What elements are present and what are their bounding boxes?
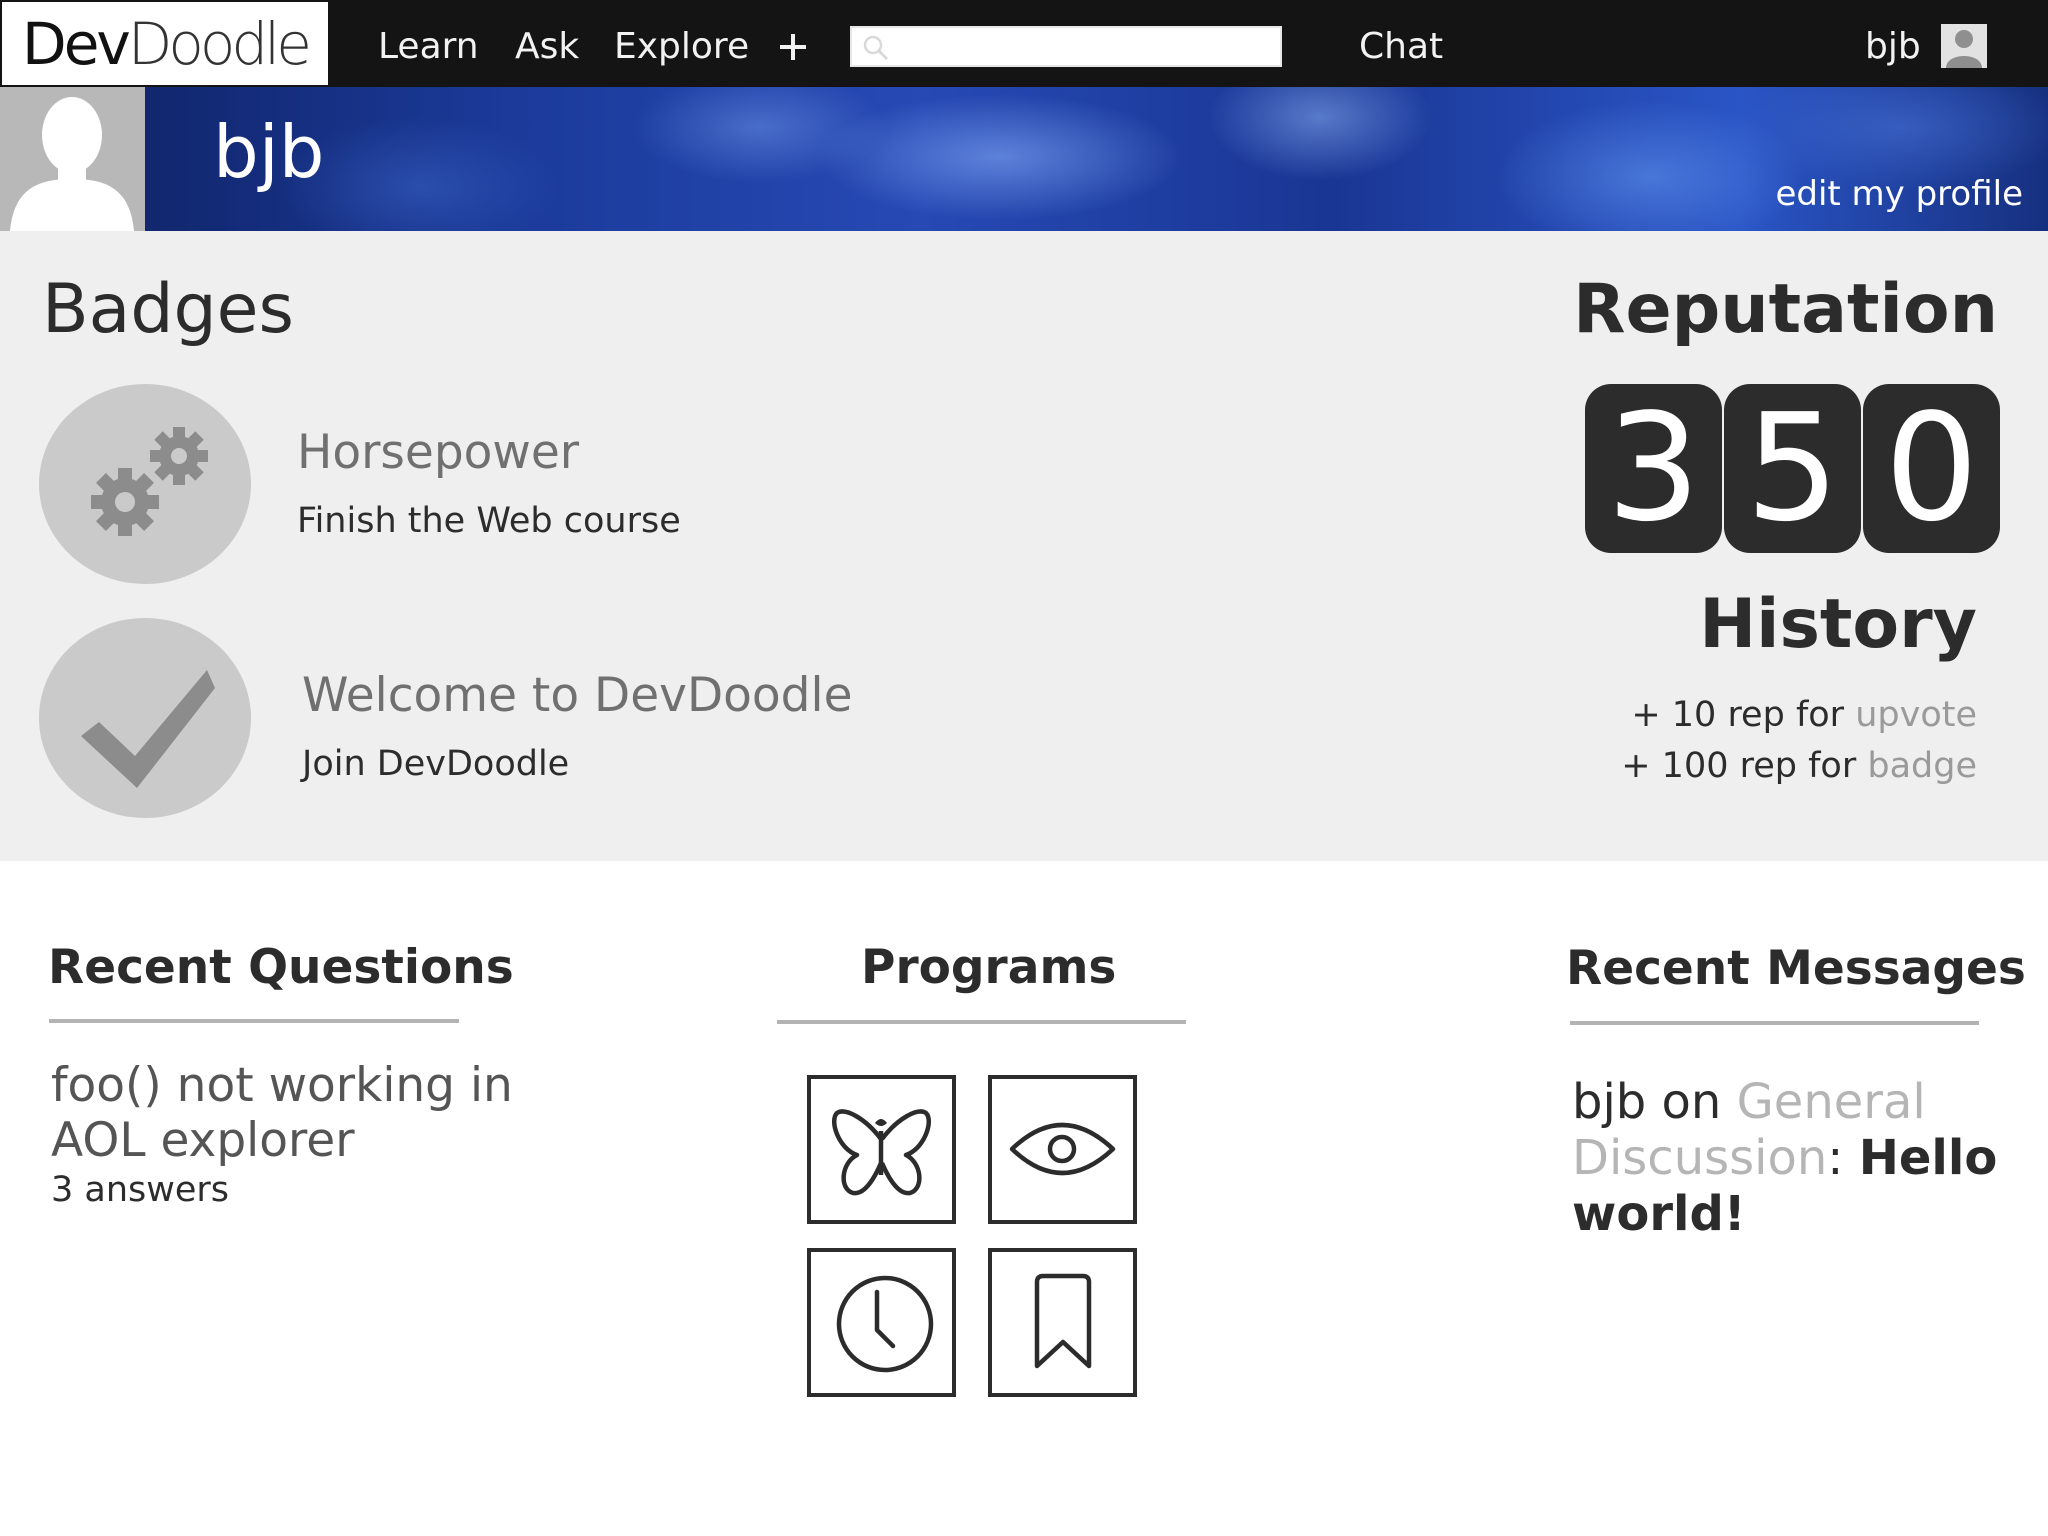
nav-explore-link[interactable]: Explore [614, 0, 749, 87]
program-tile-bookmark[interactable] [988, 1248, 1137, 1397]
badge-horsepower [39, 384, 251, 584]
reputation-digit: 5 [1724, 384, 1861, 553]
reputation-heading: Reputation [1573, 270, 1998, 349]
devdoodle-logo[interactable]: Dev Doodle [0, 0, 330, 87]
reputation-digit: 3 [1585, 384, 1722, 553]
divider [1570, 1021, 1979, 1025]
message-connector: on [1646, 1074, 1737, 1130]
top-nav-bar: Dev Doodle Learn Ask Explore Chat bjb [0, 0, 2048, 87]
recent-questions-heading: Recent Questions [48, 940, 514, 995]
reputation-digit: 0 [1863, 384, 2000, 553]
badge-welcome [39, 618, 251, 818]
program-tile-clock[interactable] [807, 1248, 956, 1397]
divider [777, 1020, 1186, 1024]
history-item-amount: + 100 rep for [1621, 746, 1868, 786]
badge-description: Join DevDoodle [302, 744, 570, 784]
nav-ask-link[interactable]: Ask [515, 0, 579, 87]
bookmark-icon [1034, 1273, 1092, 1369]
search-icon [863, 35, 889, 61]
history-reason-link[interactable]: upvote [1855, 695, 1977, 735]
program-tile-butterfly[interactable] [807, 1075, 956, 1224]
history-item: + 100 rep for badge [1621, 746, 1977, 786]
question-link[interactable]: foo() not working in AOL explorer [51, 1058, 611, 1168]
user-avatar-icon[interactable] [1941, 24, 1987, 68]
program-tile-eye[interactable] [988, 1075, 1137, 1224]
logo-doodle-text: Doodle [127, 9, 312, 78]
programs-heading: Programs [861, 940, 1117, 995]
badges-heading: Badges [42, 270, 294, 349]
checkmark-icon [81, 670, 215, 788]
history-item-amount: + 10 rep for [1631, 695, 1856, 735]
history-item: + 10 rep for upvote [1631, 695, 1977, 735]
message-separator: : [1827, 1130, 1859, 1186]
plus-icon[interactable] [776, 18, 810, 68]
edit-profile-link[interactable]: edit my profile [1775, 174, 2023, 214]
badge-title: Welcome to DevDoodle [302, 668, 853, 723]
search-box[interactable] [850, 26, 1282, 67]
question-answer-count: 3 answers [51, 1170, 230, 1210]
history-heading: History [1699, 585, 1977, 664]
history-reason-link[interactable]: badge [1867, 746, 1977, 786]
clock-icon [836, 1275, 934, 1373]
badge-title: Horsepower [297, 425, 580, 480]
eye-icon [1009, 1122, 1116, 1176]
badge-description: Finish the Web course [297, 501, 681, 541]
search-input[interactable] [896, 28, 1276, 65]
logo-dev-text: Dev [22, 9, 131, 78]
butterfly-icon [831, 1109, 932, 1196]
recent-messages-heading: Recent Messages [1566, 941, 2026, 996]
nav-learn-link[interactable]: Learn [378, 0, 479, 87]
message-user: bjb [1572, 1074, 1647, 1130]
profile-avatar-icon [0, 87, 145, 231]
nav-chat-link[interactable]: Chat [1359, 0, 1443, 87]
divider [49, 1019, 459, 1023]
gears-icon [91, 427, 208, 536]
message-item: bjb on General Discussion: Hello world! [1572, 1074, 2032, 1242]
nav-username-link[interactable]: bjb [1865, 0, 1921, 87]
profile-username: bjb [213, 110, 325, 194]
